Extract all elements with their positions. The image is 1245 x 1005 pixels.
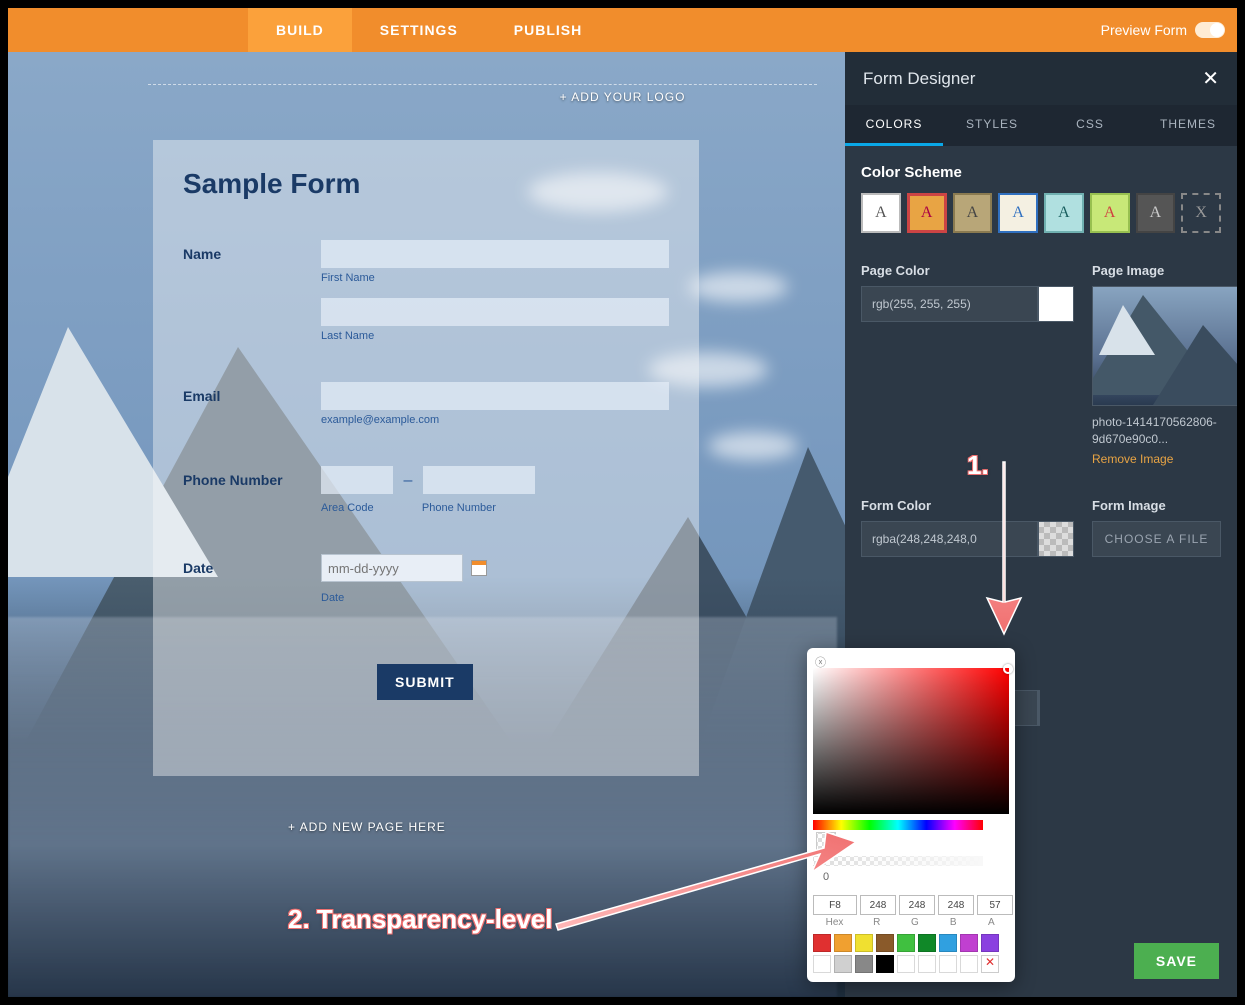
- form-color-label: Form Color: [861, 498, 1074, 513]
- name-label: Name: [183, 240, 321, 262]
- preset-color[interactable]: [876, 955, 894, 973]
- g-input[interactable]: [899, 895, 935, 915]
- hue-slider[interactable]: [813, 820, 983, 830]
- alpha-value: 0: [816, 871, 836, 883]
- workspace: + ADD YOUR LOGO Sample Form Name First N…: [8, 52, 1237, 997]
- top-nav: BUILD SETTINGS PUBLISH Preview Form: [8, 8, 1237, 52]
- preset-color[interactable]: [981, 934, 999, 952]
- form-color-chip[interactable]: [1038, 521, 1074, 557]
- b-label: B: [936, 917, 971, 928]
- scheme-swatch-5[interactable]: A: [1044, 193, 1084, 233]
- date-input[interactable]: [321, 554, 463, 582]
- preset-color[interactable]: [918, 955, 936, 973]
- first-name-input[interactable]: [321, 240, 669, 268]
- submit-button[interactable]: SUBMIT: [377, 664, 473, 700]
- input-bg-chip[interactable]: [1038, 690, 1040, 726]
- saturation-area[interactable]: [813, 668, 1009, 814]
- date-hint: Date: [321, 592, 669, 604]
- first-name-hint: First Name: [321, 272, 669, 284]
- preset-color[interactable]: [939, 934, 957, 952]
- phone-number-input[interactable]: [423, 466, 535, 494]
- form-card: Sample Form Name First Name Last Name Em…: [153, 140, 699, 776]
- color-picker-popup: ⓧ 0 Hex R: [807, 648, 1015, 982]
- email-label: Email: [183, 382, 321, 404]
- last-name-hint: Last Name: [321, 330, 669, 342]
- form-designer-panel: Form Designer ✕ COLORS STYLES CSS THEMES…: [845, 52, 1237, 997]
- preset-color[interactable]: [876, 934, 894, 952]
- close-icon[interactable]: ✕: [1202, 66, 1219, 91]
- tab-build[interactable]: BUILD: [248, 8, 352, 52]
- remove-image-link[interactable]: Remove Image: [1092, 452, 1173, 466]
- panel-title: Form Designer: [863, 69, 975, 89]
- preset-colors: [813, 934, 1009, 973]
- preset-color[interactable]: [960, 955, 978, 973]
- form-title: Sample Form: [183, 168, 669, 200]
- area-code-input[interactable]: [321, 466, 393, 494]
- designer-tab-colors[interactable]: COLORS: [845, 105, 943, 146]
- scheme-swatch-2[interactable]: A: [907, 193, 947, 233]
- phone-number-hint: Phone Number: [422, 502, 496, 514]
- email-hint: example@example.com: [321, 414, 669, 426]
- b-input[interactable]: [938, 895, 974, 915]
- a-input[interactable]: [977, 895, 1013, 915]
- preset-color[interactable]: [960, 934, 978, 952]
- page-image-filename: photo-1414170562806-9d670e90c0...: [1092, 414, 1237, 448]
- preset-color[interactable]: [834, 955, 852, 973]
- hex-input[interactable]: [813, 895, 857, 915]
- phone-dash: –: [403, 472, 412, 490]
- preset-color[interactable]: [897, 955, 915, 973]
- preset-color[interactable]: [813, 934, 831, 952]
- a-label: A: [974, 917, 1009, 928]
- scheme-swatch-7[interactable]: A: [1136, 193, 1176, 233]
- r-label: R: [859, 917, 894, 928]
- email-input[interactable]: [321, 382, 669, 410]
- preset-color[interactable]: [918, 934, 936, 952]
- preset-none[interactable]: [981, 955, 999, 973]
- color-scheme-swatches: A A A A A A A X: [861, 193, 1221, 233]
- page-color-chip[interactable]: [1038, 286, 1074, 322]
- designer-tab-styles[interactable]: STYLES: [943, 105, 1041, 146]
- scheme-swatch-3[interactable]: A: [953, 193, 993, 233]
- page-image-label: Page Image: [1092, 263, 1237, 278]
- phone-label: Phone Number: [183, 466, 321, 488]
- page-image-thumbnail[interactable]: [1092, 286, 1237, 406]
- preset-color[interactable]: [939, 955, 957, 973]
- designer-tab-css[interactable]: CSS: [1041, 105, 1139, 146]
- preset-color[interactable]: [834, 934, 852, 952]
- preset-color[interactable]: [813, 955, 831, 973]
- save-button[interactable]: SAVE: [1134, 943, 1219, 979]
- tab-settings[interactable]: SETTINGS: [352, 8, 486, 52]
- preset-color[interactable]: [855, 934, 873, 952]
- preset-color[interactable]: [897, 934, 915, 952]
- form-image-label: Form Image: [1092, 498, 1221, 513]
- alpha-slider[interactable]: [813, 856, 983, 866]
- color-scheme-label: Color Scheme: [861, 164, 1221, 181]
- page-color-input[interactable]: [861, 286, 1038, 322]
- preview-toggle[interactable]: [1195, 22, 1225, 38]
- preview-form-label: Preview Form: [1101, 22, 1187, 38]
- date-label: Date: [183, 554, 321, 576]
- scheme-swatch-1[interactable]: A: [861, 193, 901, 233]
- scheme-swatch-4[interactable]: A: [998, 193, 1038, 233]
- last-name-input[interactable]: [321, 298, 669, 326]
- add-new-page-button[interactable]: + ADD NEW PAGE HERE: [288, 820, 446, 834]
- calendar-icon[interactable]: [471, 560, 487, 576]
- choose-file-button[interactable]: CHOOSE A FILE: [1092, 521, 1221, 557]
- area-code-hint: Area Code: [321, 502, 399, 514]
- scheme-swatch-6[interactable]: A: [1090, 193, 1130, 233]
- form-color-input[interactable]: [861, 521, 1038, 557]
- preset-color[interactable]: [855, 955, 873, 973]
- tab-publish[interactable]: PUBLISH: [486, 8, 610, 52]
- scheme-swatch-custom[interactable]: X: [1181, 193, 1221, 233]
- hex-label: Hex: [813, 917, 856, 928]
- add-logo-button[interactable]: + ADD YOUR LOGO: [560, 90, 686, 104]
- current-color-preview: [816, 832, 836, 852]
- r-input[interactable]: [860, 895, 896, 915]
- designer-tab-themes[interactable]: THEMES: [1139, 105, 1237, 146]
- g-label: G: [897, 917, 932, 928]
- page-color-label: Page Color: [861, 263, 1074, 278]
